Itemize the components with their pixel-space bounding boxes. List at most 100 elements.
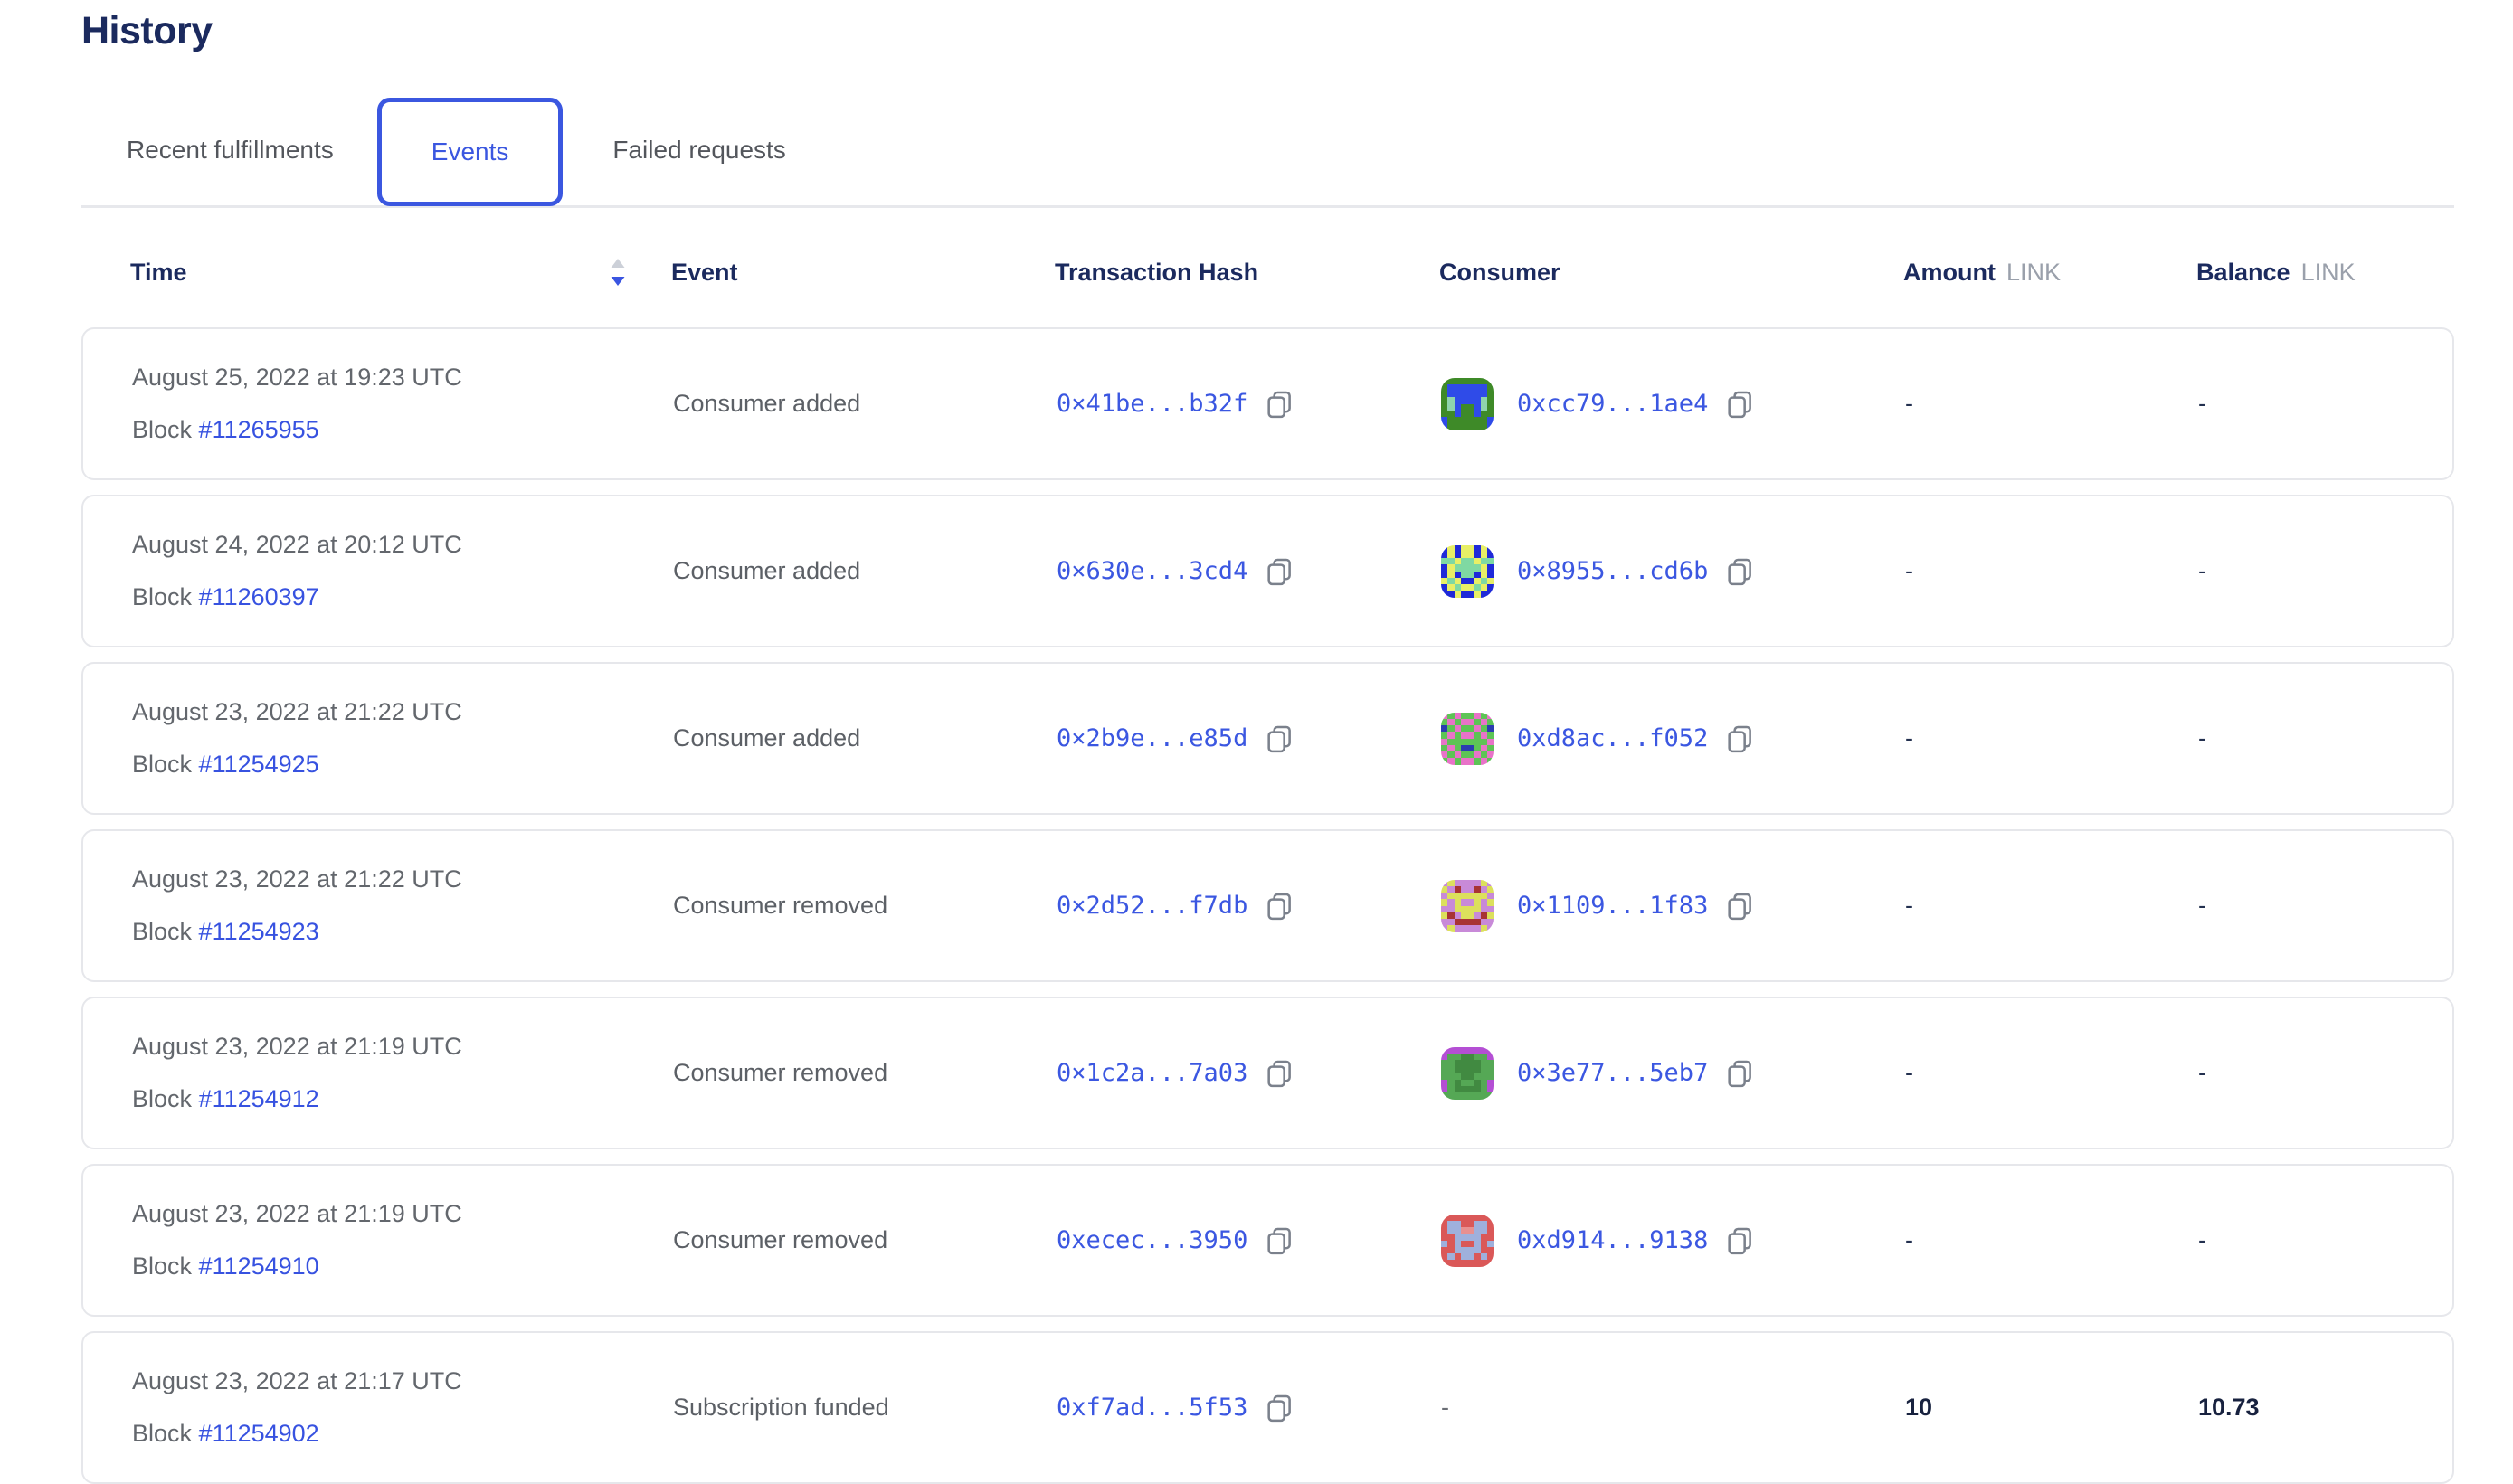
amount-value: -: [1905, 724, 2198, 752]
consumer-address-link[interactable]: 0xcc79...1ae4: [1517, 390, 1708, 418]
page-title: History: [81, 0, 2454, 54]
copy-icon[interactable]: [1264, 891, 1294, 922]
transaction-hash-link[interactable]: 0×630e...3cd4: [1057, 557, 1247, 585]
transaction-hash-cell: 0×2b9e...e85d: [1057, 723, 1441, 754]
event-row: August 23, 2022 at 21:22 UTC Block #1125…: [81, 829, 2454, 982]
event-type: Subscription funded: [673, 1394, 1057, 1422]
block-label: Block: [132, 1085, 192, 1112]
event-time: August 23, 2022 at 21:19 UTC: [132, 1032, 673, 1062]
column-header-balance: BalanceLINK: [2196, 259, 2454, 287]
block-link[interactable]: #11265955: [199, 416, 319, 443]
event-row: August 24, 2022 at 20:12 UTC Block #1126…: [81, 495, 2454, 647]
event-time: August 23, 2022 at 21:17 UTC: [132, 1366, 673, 1396]
copy-icon[interactable]: [1724, 1058, 1755, 1089]
consumer-cell: 0×1109...1f83: [1441, 880, 1905, 932]
time-cell: August 23, 2022 at 21:19 UTC Block #1125…: [132, 1032, 673, 1114]
copy-icon[interactable]: [1264, 723, 1294, 754]
column-header-consumer: Consumer: [1439, 259, 1903, 287]
transaction-hash-link[interactable]: 0×1c2a...7a03: [1057, 1059, 1247, 1087]
event-type: Consumer added: [673, 557, 1057, 585]
event-row: August 23, 2022 at 21:22 UTC Block #1125…: [81, 662, 2454, 815]
transaction-hash-link[interactable]: 0×2b9e...e85d: [1057, 724, 1247, 752]
consumer-address-link[interactable]: 0×3e77...5eb7: [1517, 1059, 1708, 1087]
event-row: August 23, 2022 at 21:19 UTC Block #1125…: [81, 1164, 2454, 1317]
transaction-hash-link[interactable]: 0×41be...b32f: [1057, 390, 1247, 418]
transaction-hash-cell: 0×1c2a...7a03: [1057, 1058, 1441, 1089]
consumer-cell: 0xcc79...1ae4: [1441, 378, 1905, 430]
amount-value: -: [1905, 557, 2198, 585]
copy-icon[interactable]: [1724, 723, 1755, 754]
transaction-hash-cell: 0xecec...3950: [1057, 1225, 1441, 1256]
block-label: Block: [132, 416, 192, 443]
copy-icon[interactable]: [1264, 1393, 1294, 1423]
consumer-address-link[interactable]: 0×1109...1f83: [1517, 892, 1708, 920]
event-time: August 23, 2022 at 21:19 UTC: [132, 1199, 673, 1229]
copy-icon[interactable]: [1724, 389, 1755, 420]
balance-value: -: [2198, 557, 2452, 585]
transaction-hash-cell: 0×41be...b32f: [1057, 389, 1441, 420]
transaction-hash-cell: 0×2d52...f7db: [1057, 891, 1441, 922]
time-cell: August 23, 2022 at 21:19 UTC Block #1125…: [132, 1199, 673, 1281]
sort-descending-icon[interactable]: [608, 258, 628, 290]
transaction-hash-link[interactable]: 0×2d52...f7db: [1057, 892, 1247, 920]
event-row: August 25, 2022 at 19:23 UTC Block #1126…: [81, 327, 2454, 480]
time-cell: August 24, 2022 at 20:12 UTC Block #1126…: [132, 530, 673, 612]
table-header: Time Event Transaction Hash Consumer Amo…: [130, 257, 2454, 288]
history-page: History Recent fulfillments Events Faile…: [81, 0, 2454, 1484]
event-time: August 24, 2022 at 20:12 UTC: [132, 530, 673, 560]
column-header-time[interactable]: Time: [130, 259, 671, 287]
consumer-identicon: [1441, 1215, 1494, 1267]
balance-value: -: [2198, 1226, 2452, 1254]
block-link[interactable]: #11254902: [199, 1420, 319, 1447]
event-type: Consumer removed: [673, 1226, 1057, 1254]
amount-unit-label: LINK: [2006, 259, 2061, 286]
event-type: Consumer added: [673, 724, 1057, 752]
column-header-event: Event: [671, 259, 1055, 287]
block-link[interactable]: #11254912: [199, 1085, 319, 1112]
balance-value: -: [2198, 892, 2452, 920]
copy-icon[interactable]: [1724, 1225, 1755, 1256]
block-label: Block: [132, 918, 192, 945]
tab-recent-fulfillments[interactable]: Recent fulfillments: [127, 136, 334, 165]
block-link[interactable]: #11254925: [199, 751, 319, 778]
time-cell: August 23, 2022 at 21:22 UTC Block #1125…: [132, 697, 673, 780]
event-time: August 25, 2022 at 19:23 UTC: [132, 363, 673, 392]
copy-icon[interactable]: [1264, 1058, 1294, 1089]
history-tabs: Recent fulfillments Events Failed reques…: [81, 94, 2454, 208]
block-link[interactable]: #11254910: [199, 1252, 319, 1280]
consumer-address-link[interactable]: 0xd8ac...f052: [1517, 724, 1708, 752]
event-type: Consumer added: [673, 390, 1057, 418]
tab-events[interactable]: Events: [377, 98, 564, 206]
copy-icon[interactable]: [1264, 556, 1294, 587]
balance-value: 10.73: [2198, 1394, 2452, 1422]
event-time: August 23, 2022 at 21:22 UTC: [132, 865, 673, 894]
amount-value: -: [1905, 1059, 2198, 1087]
transaction-hash-link[interactable]: 0xf7ad...5f53: [1057, 1394, 1247, 1422]
amount-value: -: [1905, 390, 2198, 418]
tab-failed-requests[interactable]: Failed requests: [612, 136, 785, 165]
copy-icon[interactable]: [1264, 1225, 1294, 1256]
event-row: August 23, 2022 at 21:19 UTC Block #1125…: [81, 997, 2454, 1149]
block-label: Block: [132, 751, 192, 778]
copy-icon[interactable]: [1724, 891, 1755, 922]
event-type: Consumer removed: [673, 892, 1057, 920]
consumer-address-link[interactable]: 0×8955...cd6b: [1517, 557, 1708, 585]
balance-value: -: [2198, 724, 2452, 752]
copy-icon[interactable]: [1264, 389, 1294, 420]
consumer-identicon: [1441, 378, 1494, 430]
transaction-hash-link[interactable]: 0xecec...3950: [1057, 1226, 1247, 1254]
event-row: August 23, 2022 at 21:17 UTC Block #1125…: [81, 1331, 2454, 1484]
balance-value: -: [2198, 1059, 2452, 1087]
balance-unit-label: LINK: [2301, 259, 2356, 286]
amount-value: -: [1905, 892, 2198, 920]
consumer-address-link[interactable]: 0xd914...9138: [1517, 1226, 1708, 1254]
consumer-cell: 0×3e77...5eb7: [1441, 1047, 1905, 1100]
time-cell: August 23, 2022 at 21:17 UTC Block #1125…: [132, 1366, 673, 1449]
block-link[interactable]: #11260397: [199, 583, 319, 610]
block-label: Block: [132, 583, 192, 610]
event-time: August 23, 2022 at 21:22 UTC: [132, 697, 673, 727]
consumer-cell: 0xd914...9138: [1441, 1215, 1905, 1267]
time-cell: August 25, 2022 at 19:23 UTC Block #1126…: [132, 363, 673, 445]
block-link[interactable]: #11254923: [199, 918, 319, 945]
copy-icon[interactable]: [1724, 556, 1755, 587]
